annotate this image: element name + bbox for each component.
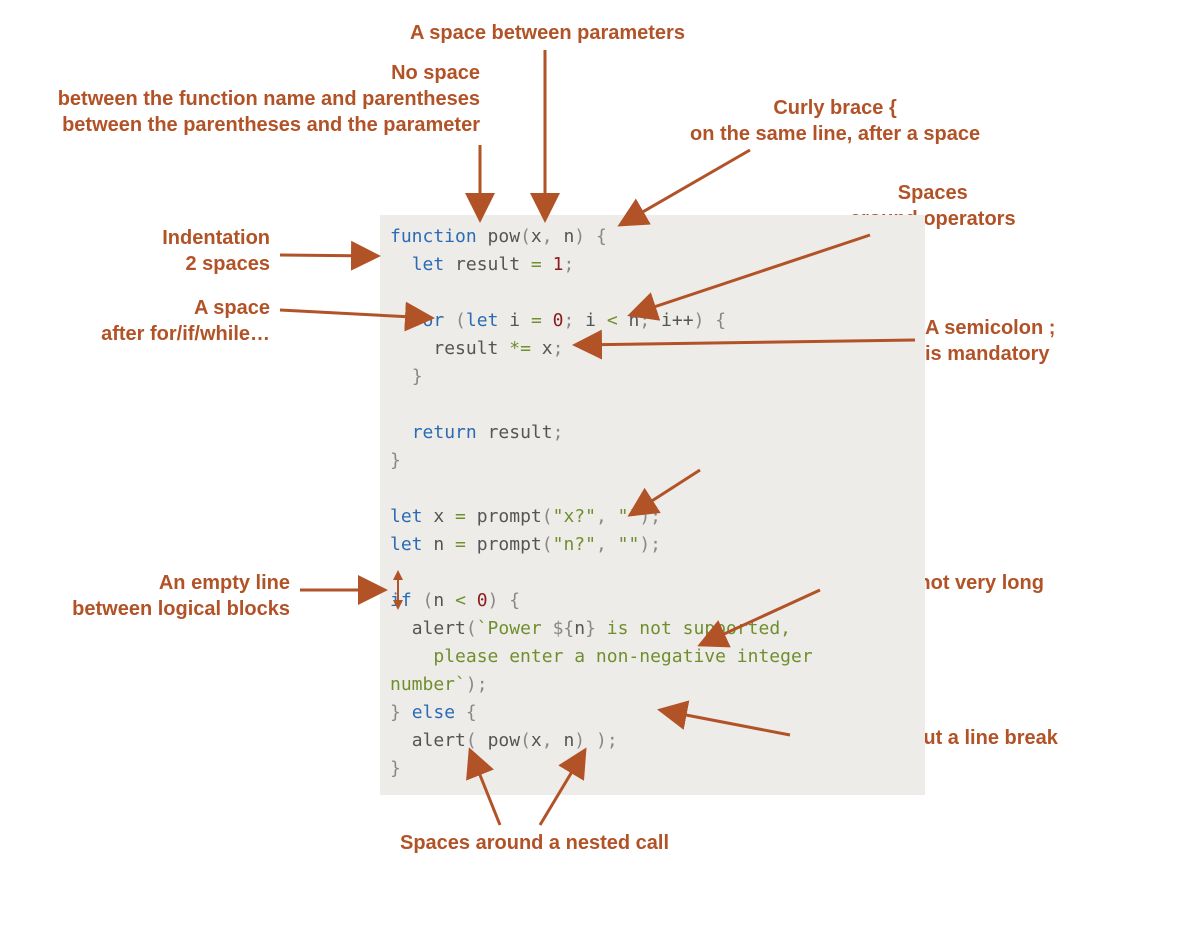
annotation-nested: Spaces around a nested call	[400, 830, 669, 856]
annotation-semicolon: A semicolon ; is mandatory	[925, 315, 1055, 367]
annotation-curly: Curly brace { on the same line, after a …	[690, 95, 980, 147]
annotation-indent: Indentation 2 spaces	[100, 225, 270, 277]
annotation-space-after: A space after for/if/while…	[90, 295, 270, 347]
annotation-no-space: No space between the function name and p…	[10, 60, 480, 138]
annotation-space-params: A space between parameters	[410, 20, 685, 46]
code-block: function pow(x, n) { let result = 1; for…	[380, 215, 925, 795]
annotation-empty-line: An empty line between logical blocks	[60, 570, 290, 622]
